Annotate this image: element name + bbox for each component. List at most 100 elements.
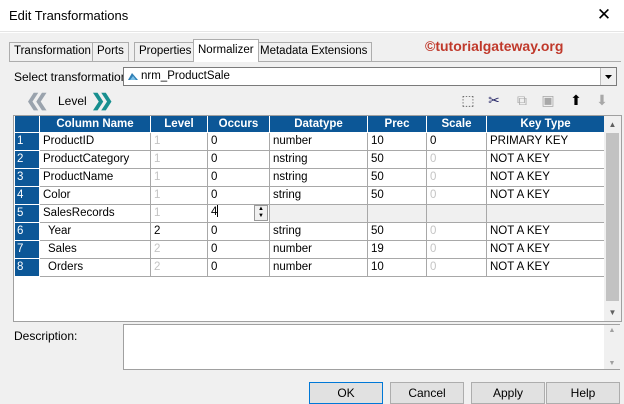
prec-cell[interactable]: 10 <box>367 257 427 277</box>
prec-cell[interactable]: 19 <box>367 239 427 259</box>
column-name-cell[interactable]: Year <box>39 221 151 241</box>
occurs-cell[interactable]: 0 <box>207 131 270 151</box>
level-cell: 2 <box>150 239 208 259</box>
scale-cell[interactable]: 0 <box>426 131 487 151</box>
key-type-cell[interactable]: NOT A KEY <box>486 167 605 187</box>
key-type-cell[interactable]: NOT A KEY <box>486 185 605 205</box>
row-number[interactable]: 3 <box>14 167 40 187</box>
occurs-cell[interactable]: 0 <box>207 185 270 205</box>
column-name-cell[interactable]: ProductName <box>39 167 151 187</box>
select-transformation-dropdown[interactable]: nrm_ProductSale <box>123 67 617 86</box>
scroll-up-icon[interactable]: ▲ <box>604 116 621 133</box>
scrollbar-thumb[interactable] <box>606 133 619 301</box>
key-type-cell[interactable]: NOT A KEY <box>486 239 605 259</box>
table-row[interactable]: 7 Sales 2 0 number 19 0 NOT A KEY <box>14 239 605 259</box>
description-textarea[interactable] <box>123 324 620 370</box>
tab-transformation[interactable]: Transformation <box>9 42 96 61</box>
copy-icon[interactable]: ⧉ <box>513 91 531 109</box>
row-number[interactable]: 7 <box>14 239 40 259</box>
column-name-cell[interactable]: ProductID <box>39 131 151 151</box>
apply-button[interactable]: Apply <box>471 382 545 404</box>
column-header[interactable]: Level <box>150 116 208 133</box>
column-header[interactable]: Column Name <box>39 116 151 133</box>
datatype-cell[interactable]: number <box>269 257 368 277</box>
datatype-cell[interactable]: string <box>269 185 368 205</box>
key-type-cell[interactable]: NOT A KEY <box>486 257 605 277</box>
occurs-cell[interactable]: 0 <box>207 167 270 187</box>
row-number[interactable]: 1 <box>14 131 40 151</box>
row-number[interactable]: 6 <box>14 221 40 241</box>
occurs-cell[interactable]: 0 <box>207 257 270 277</box>
datatype-cell <box>269 203 368 223</box>
tab-normalizer[interactable]: Normalizer <box>193 39 259 62</box>
datatype-cell[interactable]: string <box>269 221 368 241</box>
datatype-cell[interactable]: number <box>269 239 368 259</box>
spinner-arrows-icon[interactable]: ▲ ▼ <box>254 205 268 221</box>
scroll-down-icon[interactable]: ▼ <box>604 360 620 367</box>
datatype-cell[interactable]: number <box>269 131 368 151</box>
row-number[interactable]: 5 <box>14 203 40 223</box>
table-row[interactable]: 4 Color 1 0 string 50 0 NOT A KEY <box>14 185 605 205</box>
arrow-up-icon[interactable]: ⬆ <box>567 91 585 109</box>
occurs-cell[interactable]: 4 ▲ ▼ <box>207 203 270 223</box>
table-row[interactable]: 3 ProductName 1 0 nstring 50 0 NOT A KEY <box>14 167 605 187</box>
table-row[interactable]: 5 SalesRecords 1 4 ▲ ▼ <box>14 203 605 223</box>
prec-cell[interactable]: 50 <box>367 167 427 187</box>
column-name-cell[interactable]: ProductCategory <box>39 149 151 169</box>
ok-button[interactable]: OK <box>309 382 383 404</box>
key-type-cell[interactable]: NOT A KEY <box>486 221 605 241</box>
column-header[interactable]: Prec <box>367 116 427 133</box>
column-header[interactable]: Key Type <box>486 116 605 133</box>
next-level-icon[interactable]: ❯❯ <box>91 92 113 110</box>
level-label: Level <box>58 94 87 108</box>
prec-cell[interactable]: 50 <box>367 149 427 169</box>
close-icon[interactable]: ✕ <box>594 4 614 26</box>
table-row[interactable]: 2 ProductCategory 1 0 nstring 50 0 NOT A… <box>14 149 605 169</box>
row-number[interactable]: 8 <box>14 257 40 277</box>
level-cell: 1 <box>150 185 208 205</box>
description-label: Description: <box>14 329 78 343</box>
occurs-cell[interactable]: 0 <box>207 221 270 241</box>
table-row[interactable]: 1 ProductID 1 0 number 10 0 PRIMARY KEY <box>14 131 605 151</box>
scissors-icon[interactable]: ✂ <box>485 91 503 109</box>
description-scrollbar[interactable]: ▲ ▼ <box>604 325 620 369</box>
row-number[interactable]: 2 <box>14 149 40 169</box>
normalizer-table: Column Name Level Occurs Datatype Prec S… <box>14 116 605 277</box>
datatype-cell[interactable]: nstring <box>269 149 368 169</box>
key-type-cell[interactable]: NOT A KEY <box>486 149 605 169</box>
prec-cell[interactable]: 50 <box>367 185 427 205</box>
paste-icon[interactable]: ▣ <box>539 91 557 109</box>
prec-cell[interactable]: 10 <box>367 131 427 151</box>
column-header[interactable]: Datatype <box>269 116 368 133</box>
scroll-down-icon[interactable]: ▼ <box>604 304 621 321</box>
occurs-cell[interactable]: 0 <box>207 239 270 259</box>
tab-ports[interactable]: Ports <box>92 42 129 61</box>
column-name-cell[interactable]: Sales <box>39 239 151 259</box>
cancel-button[interactable]: Cancel <box>390 382 464 404</box>
column-name-cell[interactable]: Orders <box>39 257 151 277</box>
column-header[interactable]: Scale <box>426 116 487 133</box>
title-bar: Edit Transformations ✕ <box>0 0 624 32</box>
arrow-down-icon[interactable]: ⬇ <box>593 91 611 109</box>
tab-metadata-extensions[interactable]: Metadata Extensions <box>255 42 373 61</box>
row-number[interactable]: 4 <box>14 185 40 205</box>
occurs-spin-input[interactable]: 4 ▲ ▼ <box>211 205 268 221</box>
column-header[interactable]: Occurs <box>207 116 270 133</box>
key-type-cell[interactable]: PRIMARY KEY <box>486 131 605 151</box>
scroll-up-icon[interactable]: ▲ <box>604 327 620 334</box>
table-row[interactable]: 8 Orders 2 0 number 10 0 NOT A KEY <box>14 257 605 277</box>
column-name-cell[interactable]: Color <box>39 185 151 205</box>
prec-cell <box>367 203 427 223</box>
column-name-cell[interactable]: SalesRecords <box>39 203 151 223</box>
level-cell: 1 <box>150 167 208 187</box>
table-row[interactable]: 6 Year 2 0 string 50 0 NOT A KEY <box>14 221 605 241</box>
help-button[interactable]: Help <box>546 382 620 404</box>
chevron-down-icon[interactable] <box>600 68 616 85</box>
grid-vertical-scrollbar[interactable]: ▲ ▼ <box>604 116 621 321</box>
new-row-icon[interactable]: ⬚ <box>459 91 477 109</box>
prec-cell[interactable]: 50 <box>367 221 427 241</box>
previous-level-icon[interactable]: ❮❮ <box>26 92 48 110</box>
occurs-cell[interactable]: 0 <box>207 149 270 169</box>
datatype-cell[interactable]: nstring <box>269 167 368 187</box>
tab-properties[interactable]: Properties <box>134 42 197 61</box>
